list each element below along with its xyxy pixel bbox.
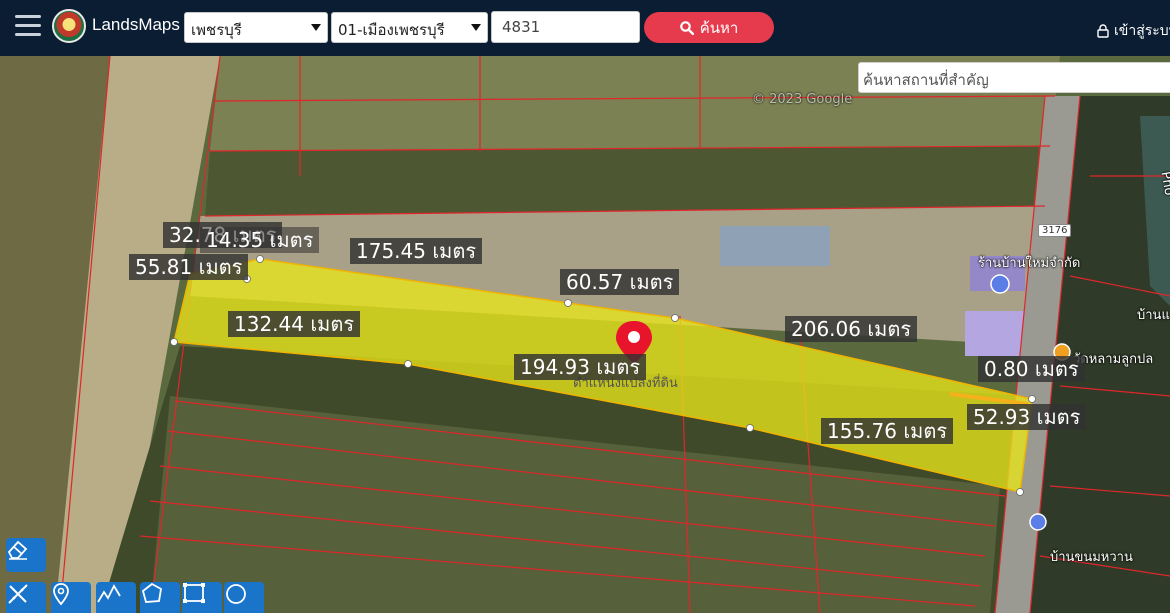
- satellite-map[interactable]: ค้นหาสถานที่สำคัญ © 2023 Google 3176 ร้า…: [0, 56, 1170, 613]
- map-copyright: © 2023 Google: [752, 92, 853, 107]
- polygon-icon: [141, 582, 162, 603]
- login-label: เข้าสู่ระบบ: [1114, 23, 1170, 39]
- district-select[interactable]: 01-เมืองเพชรบุรี: [331, 12, 488, 43]
- poi-label-temple[interactable]: วัดหลามลูกปล: [1073, 348, 1153, 369]
- marker-tool-button[interactable]: [51, 582, 91, 613]
- province-select-value: เพชรบุรี: [191, 21, 242, 39]
- ruler-icon: [8, 584, 28, 604]
- chevron-down-icon: [311, 24, 321, 31]
- poi-label-shop[interactable]: ร้านบ้านใหม่จำกัด: [978, 252, 1080, 273]
- polygon-tool-button[interactable]: [140, 582, 180, 613]
- eraser-tool-button[interactable]: [6, 538, 46, 572]
- circle-icon: [226, 584, 246, 604]
- measurement-label: 52.93 เมตร: [967, 404, 1087, 430]
- map-canvas[interactable]: [0, 56, 1170, 613]
- district-select-value: 01-เมืองเพชรบุรี: [338, 21, 445, 39]
- measurement-label: 55.81 เมตร: [129, 254, 249, 280]
- measurement-label: 14.35 เมตร: [200, 227, 320, 253]
- rectangle-icon: [183, 583, 205, 603]
- chevron-down-icon: [471, 24, 481, 31]
- menu-icon[interactable]: [15, 15, 41, 37]
- measurement-label: 0.80 เมตร: [978, 356, 1085, 382]
- top-navbar: LandsMaps เพชรบุรี 01-เมืองเพชรบุรี 4831…: [0, 0, 1170, 56]
- shop-poi-icon[interactable]: [990, 274, 1010, 294]
- poi-label-village2[interactable]: บ้านขนมหวาน: [1050, 546, 1133, 567]
- measurement-label: 60.57 เมตร: [560, 269, 680, 295]
- circle-tool-button[interactable]: [224, 582, 264, 613]
- ruler-tool-button[interactable]: [6, 582, 46, 613]
- poi-label-village1[interactable]: บ้านแ: [1137, 304, 1170, 325]
- measurement-label: 206.06 เมตร: [785, 316, 918, 342]
- search-icon: [679, 20, 694, 35]
- polyline-icon: [97, 584, 121, 603]
- measurement-label: 155.76 เมตร: [821, 418, 954, 444]
- measurement-label: 132.44 เมตร: [228, 311, 361, 337]
- village-poi-icon[interactable]: [1029, 513, 1047, 531]
- place-search-input[interactable]: ค้นหาสถานที่สำคัญ: [858, 62, 1170, 93]
- measurement-label: 175.45 เมตร: [350, 238, 483, 264]
- login-link[interactable]: เข้าสู่ระบบ: [1097, 20, 1170, 42]
- dol-logo[interactable]: [52, 9, 86, 43]
- search-button-label: ค้นหา: [699, 18, 739, 37]
- search-button[interactable]: ค้นหา: [644, 12, 774, 43]
- province-select[interactable]: เพชรบุรี: [184, 12, 328, 43]
- polyline-tool-button[interactable]: [96, 582, 136, 613]
- measurement-label: 194.93 เมตร: [514, 354, 647, 380]
- lock-icon: [1097, 24, 1109, 38]
- rectangle-tool-button[interactable]: [182, 582, 222, 613]
- eraser-icon: [7, 540, 28, 560]
- map-pin-icon: [53, 583, 69, 606]
- road-number-badge: 3176: [1038, 224, 1072, 237]
- parcel-number-input[interactable]: 4831: [491, 11, 640, 43]
- app-title[interactable]: LandsMaps: [92, 15, 180, 35]
